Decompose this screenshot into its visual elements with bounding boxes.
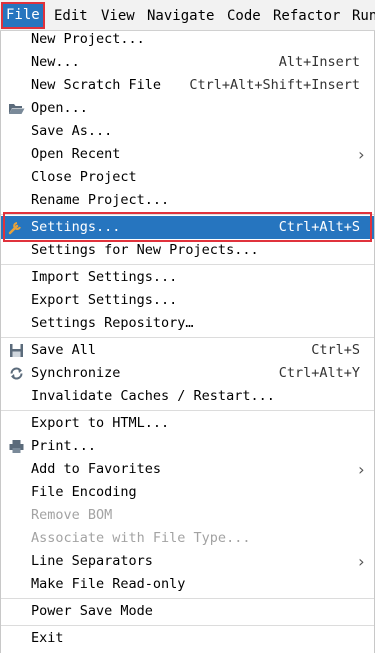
- menu-item-save-as[interactable]: Save As...: [1, 120, 374, 143]
- menu-item-label: Line Separators: [31, 553, 153, 569]
- menu-item-label: Remove BOM: [31, 507, 113, 523]
- chevron-right-icon: ›: [356, 552, 366, 571]
- menu-item-open[interactable]: Open...: [1, 97, 374, 120]
- menu-separator: [1, 337, 374, 338]
- menu-item-remove-bom[interactable]: Remove BOM: [1, 504, 374, 527]
- menu-item-label: Add to Favorites: [31, 461, 162, 477]
- menu-item-label: Power Save Mode: [31, 603, 153, 619]
- menu-item-new-scratch-file[interactable]: New Scratch File Ctrl+Alt+Shift+Insert: [1, 74, 374, 97]
- chevron-right-icon: ›: [356, 145, 366, 164]
- menu-item-label: Exit: [31, 630, 64, 646]
- menu-item-label: Save All: [31, 342, 97, 358]
- menu-item-open-recent[interactable]: Open Recent ›: [1, 143, 374, 166]
- menu-item-rename-project[interactable]: Rename Project...: [1, 189, 374, 212]
- menu-item-exit[interactable]: Exit: [1, 627, 374, 650]
- menu-item-settings[interactable]: Settings... Ctrl+Alt+S: [1, 216, 374, 239]
- sync-icon: [8, 366, 25, 381]
- menu-item-label: Export to HTML...: [31, 415, 170, 431]
- save-all-icon: [8, 343, 25, 358]
- menu-separator: [1, 598, 374, 599]
- menu-item-shortcut: Ctrl+Alt+Shift+Insert: [189, 77, 360, 93]
- menu-bar: File Edit View Navigate Code Refactor Ru…: [0, 0, 375, 31]
- menu-item-shortcut: Alt+Insert: [278, 54, 360, 70]
- menu-item-label: Open...: [31, 100, 88, 116]
- menu-file[interactable]: File: [1, 2, 45, 29]
- menu-item-invalidate-caches[interactable]: Invalidate Caches / Restart...: [1, 385, 374, 408]
- menu-navigate[interactable]: Navigate: [147, 6, 214, 26]
- menu-edit[interactable]: Edit: [54, 6, 88, 26]
- menu-item-settings-repository[interactable]: Settings Repository…: [1, 312, 374, 335]
- menu-item-export-settings[interactable]: Export Settings...: [1, 289, 374, 312]
- menu-item-label: Synchronize: [31, 365, 121, 381]
- menu-item-shortcut: Ctrl+Alt+S: [278, 219, 360, 235]
- menu-refactor[interactable]: Refactor: [273, 6, 340, 26]
- menu-item-label: Settings for New Projects...: [31, 242, 259, 258]
- menu-item-label: New...: [31, 54, 80, 70]
- menu-item-label: Invalidate Caches / Restart...: [31, 388, 275, 404]
- menu-item-file-encoding[interactable]: File Encoding: [1, 481, 374, 504]
- menu-code[interactable]: Code: [227, 6, 261, 26]
- menu-separator: [1, 410, 374, 411]
- menu-item-import-settings[interactable]: Import Settings...: [1, 266, 374, 289]
- menu-item-label: Print...: [31, 438, 97, 454]
- menu-item-label: Associate with File Type...: [31, 530, 251, 546]
- menu-item-power-save-mode[interactable]: Power Save Mode: [1, 600, 374, 623]
- menu-item-line-separators[interactable]: Line Separators ›: [1, 550, 374, 573]
- menu-item-add-to-favorites[interactable]: Add to Favorites ›: [1, 458, 374, 481]
- menu-item-label: Settings...: [31, 219, 121, 235]
- menu-item-label: Make File Read-only: [31, 576, 186, 592]
- folder-open-icon: [8, 101, 25, 116]
- menu-item-label: Close Project: [31, 169, 137, 185]
- menu-item-new[interactable]: New... Alt+Insert: [1, 51, 374, 74]
- file-menu-dropdown: New Project... New... Alt+Insert New Scr…: [0, 31, 375, 653]
- menu-item-print[interactable]: Print...: [1, 435, 374, 458]
- menu-item-save-all[interactable]: Save All Ctrl+S: [1, 339, 374, 362]
- menu-item-close-project[interactable]: Close Project: [1, 166, 374, 189]
- chevron-right-icon: ›: [356, 460, 366, 479]
- menu-item-label: Rename Project...: [31, 192, 170, 208]
- menu-item-label: Export Settings...: [31, 292, 178, 308]
- menu-item-settings-new-projects[interactable]: Settings for New Projects...: [1, 239, 374, 262]
- wrench-icon: [8, 220, 25, 235]
- menu-item-label: Save As...: [31, 123, 113, 139]
- menu-item-label: File Encoding: [31, 484, 137, 500]
- menu-item-shortcut: Ctrl+S: [311, 342, 360, 358]
- menu-item-label: New Scratch File: [31, 77, 162, 93]
- menu-run[interactable]: Run: [352, 6, 375, 26]
- menu-separator: [1, 264, 374, 265]
- menu-item-associate-file-type[interactable]: Associate with File Type...: [1, 527, 374, 550]
- menu-item-label: Open Recent: [31, 146, 121, 162]
- menu-item-label: New Project...: [31, 31, 145, 47]
- printer-icon: [8, 439, 25, 454]
- menu-item-synchronize[interactable]: Synchronize Ctrl+Alt+Y: [1, 362, 374, 385]
- menu-item-make-read-only[interactable]: Make File Read-only: [1, 573, 374, 596]
- menu-item-export-html[interactable]: Export to HTML...: [1, 412, 374, 435]
- menu-item-shortcut: Ctrl+Alt+Y: [278, 365, 360, 381]
- menu-separator: [1, 625, 374, 626]
- menu-item-new-project[interactable]: New Project...: [1, 28, 374, 51]
- menu-item-label: Import Settings...: [31, 269, 178, 285]
- menu-view[interactable]: View: [101, 6, 135, 26]
- menu-separator: [1, 214, 374, 215]
- menu-item-label: Settings Repository…: [31, 315, 194, 331]
